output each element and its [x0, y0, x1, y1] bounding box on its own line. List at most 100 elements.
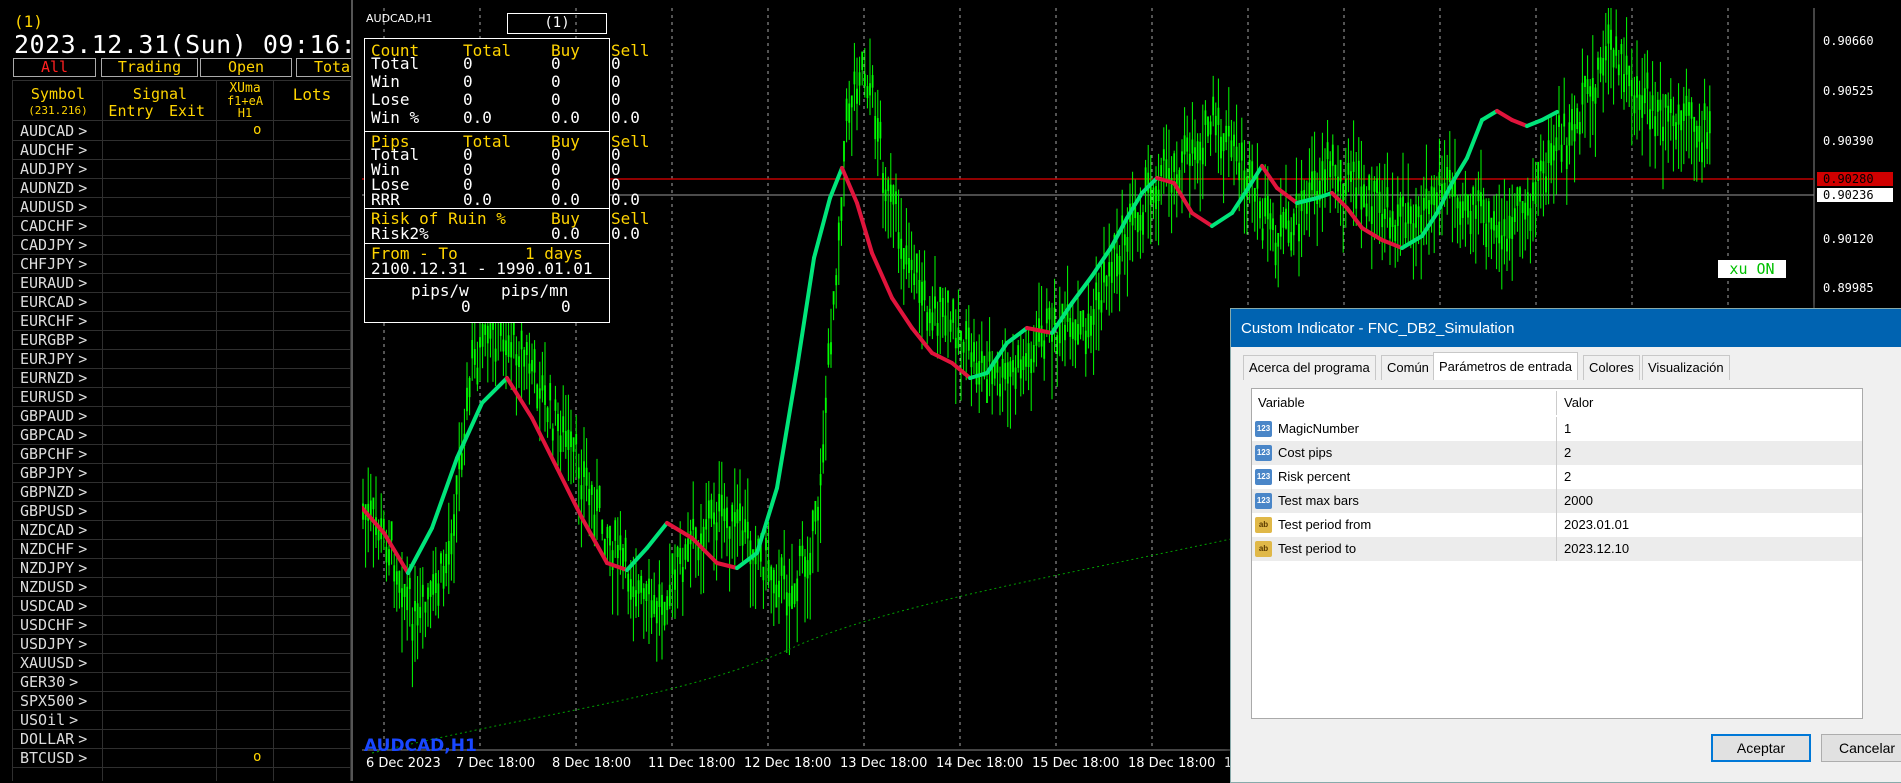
- symbol-arrow-icon[interactable]: >: [78, 445, 87, 463]
- parameter-value[interactable]: 2023.01.01: [1564, 513, 1629, 537]
- symbol-arrow-icon[interactable]: >: [78, 578, 87, 596]
- symbol-row[interactable]: EURAUD >: [20, 274, 87, 292]
- accept-button[interactable]: Aceptar: [1711, 734, 1811, 762]
- symbol-arrow-icon[interactable]: >: [78, 597, 87, 615]
- symbol-row[interactable]: USDCHF >: [20, 616, 87, 634]
- dialog-titlebar[interactable]: Custom Indicator - FNC_DB2_Simulation: [1231, 309, 1901, 347]
- symbol-arrow-icon[interactable]: >: [78, 198, 87, 216]
- symbol-row[interactable]: GBPCAD >: [20, 426, 87, 444]
- stats-pips-box: Pips Total Buy Sell Total 0 0 0 Win 0 0 0 Lose 0 0…: [365, 132, 650, 209]
- symbol-row[interactable]: AUDNZD >: [20, 179, 87, 197]
- symbol-row[interactable]: BTCUSD >: [20, 749, 87, 767]
- symbol-row[interactable]: NZDUSD >: [20, 578, 87, 596]
- symbol-row[interactable]: AUDJPY >: [20, 160, 87, 178]
- candle-body: [1212, 96, 1215, 116]
- symbol-arrow-icon[interactable]: >: [69, 673, 78, 691]
- parameter-value[interactable]: 2023.12.10: [1564, 537, 1629, 561]
- cancel-button[interactable]: Cancelar: [1821, 734, 1901, 762]
- tab-about[interactable]: Acerca del programa: [1243, 355, 1376, 380]
- tab-all[interactable]: All: [13, 58, 96, 77]
- symbol-row[interactable]: USDCAD >: [20, 597, 87, 615]
- symbol-arrow-icon[interactable]: >: [78, 654, 87, 672]
- parameter-value[interactable]: 1: [1564, 417, 1571, 441]
- symbol-row[interactable]: NZDCAD >: [20, 521, 87, 539]
- symbol-arrow-icon[interactable]: >: [78, 483, 87, 501]
- symbol-arrow-icon[interactable]: >: [78, 331, 87, 349]
- candle-body: [502, 339, 505, 352]
- candle-body: [398, 570, 401, 593]
- tab-visualization[interactable]: Visualización: [1642, 355, 1730, 380]
- parameter-value[interactable]: 2: [1564, 465, 1571, 489]
- symbol-row[interactable]: EURJPY >: [20, 350, 87, 368]
- symbol-arrow-icon[interactable]: >: [78, 616, 87, 634]
- symbol-row[interactable]: SPX500 >: [20, 692, 87, 710]
- symbol-row[interactable]: EURNZD >: [20, 369, 87, 387]
- symbol-arrow-icon[interactable]: >: [69, 711, 78, 729]
- symbol-arrow-icon[interactable]: >: [78, 635, 87, 653]
- symbol-arrow-icon[interactable]: >: [78, 521, 87, 539]
- parameter-row[interactable]: 123 MagicNumber 1: [1252, 417, 1862, 441]
- symbol-arrow-icon[interactable]: >: [78, 312, 87, 330]
- symbol-arrow-icon[interactable]: >: [78, 217, 87, 235]
- symbol-row[interactable]: USDJPY >: [20, 635, 87, 653]
- symbol-arrow-icon[interactable]: >: [78, 540, 87, 558]
- symbol-arrow-icon[interactable]: >: [78, 274, 87, 292]
- moving-average-segment: [1190, 211, 1214, 228]
- tab-open[interactable]: Open: [200, 58, 292, 77]
- symbol-arrow-icon[interactable]: >: [78, 369, 87, 387]
- symbol-arrow-icon[interactable]: >: [78, 160, 87, 178]
- candle-body: [585, 467, 588, 486]
- symbol-row[interactable]: AUDUSD >: [20, 198, 87, 216]
- symbol-row[interactable]: CADJPY >: [20, 236, 87, 254]
- symbol-row[interactable]: EURUSD >: [20, 388, 87, 406]
- parameter-row[interactable]: ab Test period from 2023.01.01: [1252, 513, 1862, 537]
- symbol-row[interactable]: USOil >: [20, 711, 78, 729]
- symbol-arrow-icon[interactable]: >: [78, 122, 87, 140]
- symbol-row[interactable]: CADCHF >: [20, 217, 87, 235]
- symbol-arrow-icon[interactable]: >: [78, 502, 87, 520]
- symbol-row[interactable]: NZDJPY >: [20, 559, 87, 577]
- symbol-arrow-icon[interactable]: >: [78, 350, 87, 368]
- symbol-row[interactable]: DOLLAR >: [20, 730, 87, 748]
- symbol-arrow-icon[interactable]: >: [78, 293, 87, 311]
- symbol-row[interactable]: AUDCAD >: [20, 122, 87, 140]
- parameter-value[interactable]: 2: [1564, 441, 1571, 465]
- tab-common[interactable]: Común: [1381, 355, 1435, 380]
- parameter-row[interactable]: ab Test period to 2023.12.10: [1252, 537, 1862, 561]
- parameter-row[interactable]: 123 Cost pips 2: [1252, 441, 1862, 465]
- symbol-arrow-icon[interactable]: >: [78, 749, 87, 767]
- tab-trading[interactable]: Trading: [101, 58, 198, 77]
- symbol-arrow-icon[interactable]: >: [78, 692, 87, 710]
- symbol-arrow-icon[interactable]: >: [78, 464, 87, 482]
- symbol-row[interactable]: GBPCHF >: [20, 445, 87, 463]
- symbol-arrow-icon[interactable]: >: [78, 426, 87, 444]
- symbol-arrow-icon[interactable]: >: [78, 730, 87, 748]
- symbol-row[interactable]: GBPNZD >: [20, 483, 87, 501]
- symbol-row[interactable]: NZDCHF >: [20, 540, 87, 558]
- symbol-row[interactable]: AUDCHF >: [20, 141, 87, 159]
- symbol-arrow-icon[interactable]: >: [78, 559, 87, 577]
- symbol-row[interactable]: XAUUSD >: [20, 654, 87, 672]
- symbol-row[interactable]: EURCHF >: [20, 312, 87, 330]
- moving-average-segment: [1210, 211, 1234, 228]
- symbol-row[interactable]: GBPUSD >: [20, 502, 87, 520]
- xu-on-button[interactable]: xu ON: [1718, 260, 1786, 278]
- parameter-row[interactable]: 123 Test max bars 2000: [1252, 489, 1862, 513]
- symbol-row[interactable]: CHFJPY >: [20, 255, 87, 273]
- tab-inputs[interactable]: Parámetros de entrada: [1433, 352, 1578, 380]
- tab-total[interactable]: Tota: [296, 58, 351, 77]
- tab-colors[interactable]: Colores: [1583, 355, 1640, 380]
- symbol-arrow-icon[interactable]: >: [78, 236, 87, 254]
- parameter-row[interactable]: 123 Risk percent 2: [1252, 465, 1862, 489]
- symbol-arrow-icon[interactable]: >: [78, 141, 87, 159]
- parameter-value[interactable]: 2000: [1564, 489, 1593, 513]
- symbol-row[interactable]: EURCAD >: [20, 293, 87, 311]
- symbol-arrow-icon[interactable]: >: [78, 255, 87, 273]
- symbol-arrow-icon[interactable]: >: [78, 388, 87, 406]
- symbol-row[interactable]: EURGBP >: [20, 331, 87, 349]
- symbol-row[interactable]: GBPAUD >: [20, 407, 87, 425]
- symbol-arrow-icon[interactable]: >: [78, 407, 87, 425]
- symbol-row[interactable]: GER30 >: [20, 673, 78, 691]
- symbol-row[interactable]: GBPJPY >: [20, 464, 87, 482]
- symbol-arrow-icon[interactable]: >: [78, 179, 87, 197]
